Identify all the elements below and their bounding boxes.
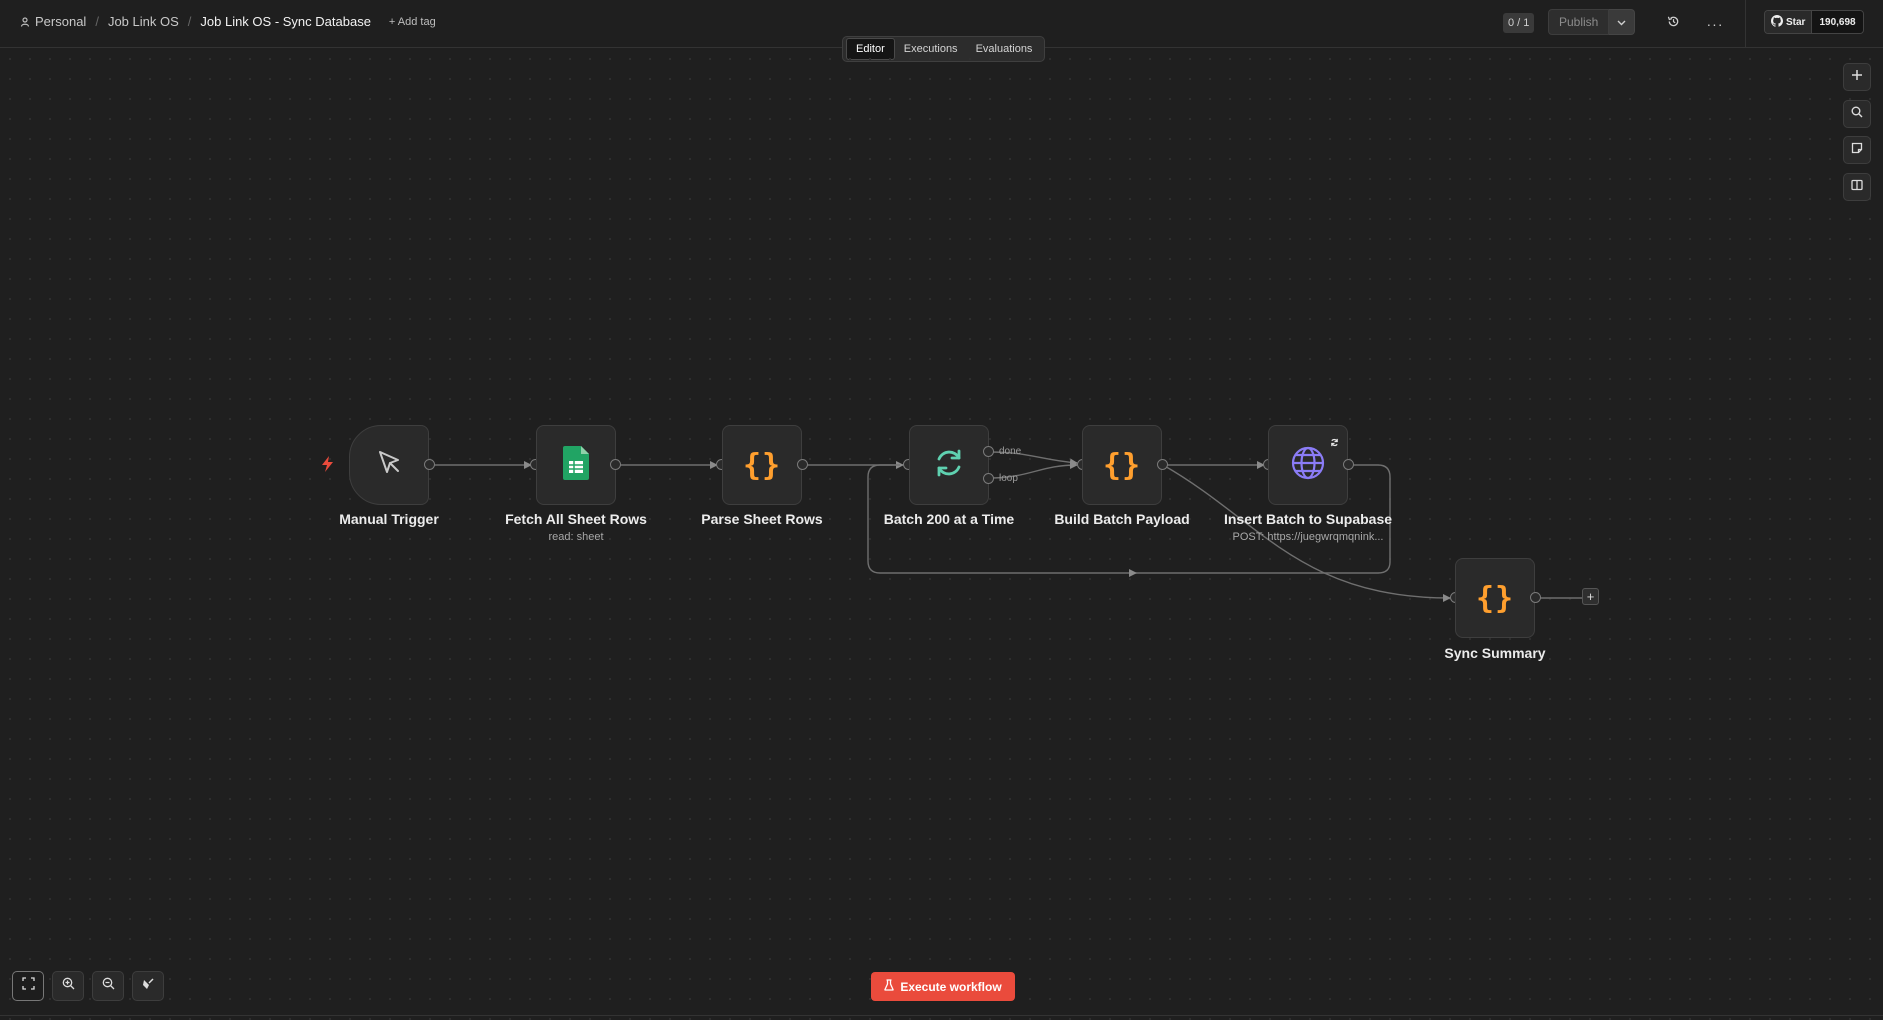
panel-icon xyxy=(1851,178,1863,196)
output-port[interactable] xyxy=(424,459,435,470)
node-insert-batch-to-supabase[interactable] xyxy=(1268,425,1348,505)
node-subtitle: read: sheet xyxy=(548,531,604,543)
tidy-up-button[interactable] xyxy=(132,971,164,1001)
plus-icon xyxy=(1851,68,1863,86)
zoom-out-icon xyxy=(102,977,115,995)
node-fetch-all-sheet-rows[interactable] xyxy=(536,425,616,505)
output-port[interactable] xyxy=(610,459,621,470)
output-port[interactable] xyxy=(797,459,808,470)
cursor-icon xyxy=(373,447,405,484)
node-label: Insert Batch to Supabase xyxy=(1223,511,1393,527)
output-port-loop[interactable] xyxy=(983,473,994,484)
execute-workflow-label: Execute workflow xyxy=(900,979,1002,994)
port-label-loop: loop xyxy=(999,473,1018,484)
zoom-in-icon xyxy=(62,977,75,995)
zoom-out-button[interactable] xyxy=(92,971,124,1001)
search-nodes-button[interactable] xyxy=(1843,100,1871,128)
zoom-in-button[interactable] xyxy=(52,971,84,1001)
fit-view-button[interactable] xyxy=(12,971,44,1001)
fit-view-icon xyxy=(21,977,35,995)
globe-icon xyxy=(1290,445,1326,486)
code-icon: {} xyxy=(1475,580,1515,616)
code-icon: {} xyxy=(1102,447,1142,483)
port-label-done: done xyxy=(999,446,1022,457)
loop-icon xyxy=(932,446,966,485)
output-port[interactable] xyxy=(1157,459,1168,470)
add-node-button[interactable]: + xyxy=(1582,588,1599,605)
output-port[interactable] xyxy=(1530,592,1541,603)
retry-icon xyxy=(1330,434,1339,452)
node-subtitle: POST: https://juegwrqmqnink... xyxy=(1232,531,1384,543)
node-parse-sheet-rows[interactable]: {} xyxy=(722,425,802,505)
node-sync-summary[interactable]: {} xyxy=(1455,558,1535,638)
add-node-panel-button[interactable] xyxy=(1843,63,1871,91)
broom-icon xyxy=(142,977,155,995)
output-port[interactable] xyxy=(1343,459,1354,470)
flask-icon xyxy=(884,979,895,994)
output-port-done[interactable] xyxy=(983,446,994,457)
connections-layer xyxy=(430,451,1582,602)
toggle-panel-button[interactable] xyxy=(1843,173,1871,201)
divider xyxy=(0,1015,1883,1016)
back-arrow-icon xyxy=(1129,569,1137,577)
trigger-bolt-icon xyxy=(321,456,335,477)
node-manual-trigger[interactable] xyxy=(349,425,429,505)
sticky-note-button[interactable] xyxy=(1843,136,1871,164)
google-sheets-icon xyxy=(563,445,589,485)
code-icon: {} xyxy=(742,447,782,483)
node-build-batch-payload[interactable]: {} xyxy=(1082,425,1162,505)
note-icon xyxy=(1851,141,1863,159)
node-batch-200-at-a-time[interactable] xyxy=(909,425,989,505)
search-icon xyxy=(1851,105,1863,123)
execute-workflow-button[interactable]: Execute workflow xyxy=(871,972,1015,1001)
node-label: Sync Summary xyxy=(1444,645,1546,661)
